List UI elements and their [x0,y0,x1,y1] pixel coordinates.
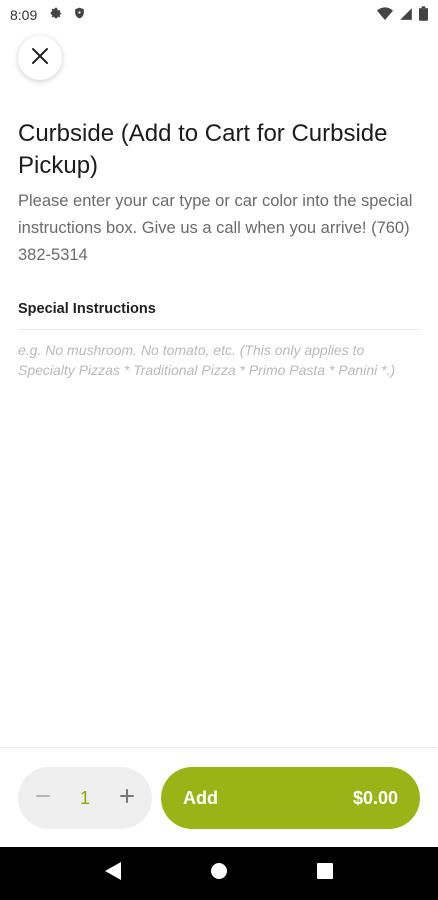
special-instructions-label: Special Instructions [18,301,156,317]
shield-icon [73,6,86,25]
divider [18,329,420,330]
decrement-button[interactable] [32,787,54,809]
back-icon [104,861,122,886]
signal-icon [399,7,413,26]
minus-icon [35,788,51,809]
navigation-bar [0,847,438,900]
gear-icon [49,6,63,25]
close-button[interactable] [18,36,62,80]
quantity-value: 1 [79,787,90,808]
nav-recents-button[interactable] [310,859,340,889]
status-time: 8:09 [10,7,38,23]
nav-back-button[interactable] [98,859,128,889]
status-bar: 8:09 [0,0,438,30]
add-button-price: $0.00 [352,787,398,808]
special-instructions-input[interactable] [18,340,418,410]
bottom-bar-divider [0,747,438,748]
status-notification-icons [49,6,86,25]
status-system-icons [377,6,428,26]
increment-button[interactable] [116,787,138,809]
recents-icon [317,863,333,884]
close-icon [31,47,49,70]
plus-icon [119,788,135,809]
item-title: Curbside (Add to Cart for Curbside Picku… [18,120,388,179]
item-description: Please enter your car type or car color … [18,192,413,264]
add-button-label: Add [183,787,218,808]
home-icon [210,862,228,885]
nav-home-button[interactable] [204,859,234,889]
wifi-icon [377,6,393,26]
battery-icon [419,6,428,26]
add-to-cart-button[interactable]: Add $0.00 [161,767,420,829]
quantity-stepper: 1 [18,767,152,829]
